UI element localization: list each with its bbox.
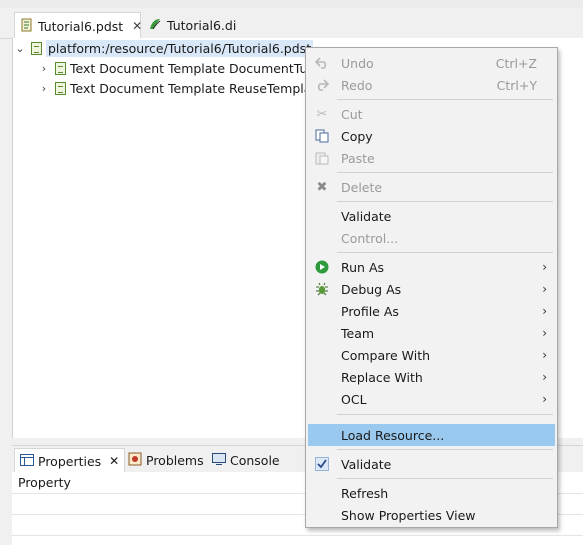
menu-label: Refresh	[341, 485, 389, 501]
menu-label: Compare With	[341, 347, 431, 363]
menu-item-delete[interactable]: ✖ Delete	[308, 176, 555, 198]
menu-label: Debug As	[341, 281, 402, 297]
submenu-arrow-icon: ›	[542, 260, 547, 274]
property-column-header: Property	[18, 475, 71, 490]
context-menu: Undo Ctrl+Z Redo Ctrl+Y ✂ Cut Copy Paste…	[305, 47, 558, 528]
tab-problems[interactable]: Problems	[123, 448, 209, 472]
menu-item-validate[interactable]: Validate	[308, 205, 555, 227]
menu-item-undo[interactable]: Undo Ctrl+Z	[308, 52, 555, 74]
menu-label: Delete	[341, 179, 383, 195]
menu-label: Validate	[341, 208, 392, 224]
editor-tabbar: Tutorial6.pdst ✕ Tutorial6.di	[0, 8, 583, 39]
submenu-arrow-icon: ›	[542, 370, 547, 384]
tree-item-label: Text Document Template DocumentTuto	[70, 60, 320, 76]
menu-item-debug-as[interactable]: Debug As ›	[308, 278, 555, 300]
tree-item[interactable]: › Text Document Template DocumentTuto	[37, 58, 320, 78]
close-tab-icon[interactable]: ✕	[132, 19, 142, 33]
tab-console[interactable]: Console	[207, 448, 285, 472]
menu-label: Replace With	[341, 369, 423, 385]
close-tab-icon[interactable]: ✕	[109, 454, 119, 468]
menu-separator	[337, 478, 553, 479]
toolbar-strip	[0, 0, 583, 8]
menu-item-validate-checked[interactable]: Validate	[308, 453, 555, 475]
menu-separator	[337, 172, 553, 173]
pdst-file-icon	[21, 18, 33, 35]
menu-item-team[interactable]: Team ›	[308, 322, 555, 344]
tree-item[interactable]: › Text Document Template ReuseTemplate	[37, 78, 324, 98]
di-file-icon	[148, 17, 162, 34]
tree-root[interactable]: ⌄ platform:/resource/Tutorial6/Tutorial6…	[13, 38, 314, 58]
menu-item-cut[interactable]: ✂ Cut	[308, 103, 555, 125]
properties-icon	[20, 453, 34, 469]
menu-item-copy[interactable]: Copy	[308, 125, 555, 147]
tab-tutorial6-pdst[interactable]: Tutorial6.pdst ✕	[14, 12, 142, 39]
menu-label: Show Properties View	[341, 507, 476, 523]
chevron-down-icon[interactable]: ⌄	[13, 42, 27, 55]
menu-item-replace-with[interactable]: Replace With ›	[308, 366, 555, 388]
resource-file-icon	[31, 41, 42, 55]
tab-label: Tutorial6.di	[167, 17, 237, 33]
shortcut-label: Ctrl+Y	[496, 77, 537, 93]
menu-label: Paste	[341, 150, 375, 166]
bug-icon	[314, 281, 330, 297]
tree-item-label: Text Document Template ReuseTemplate	[70, 80, 324, 96]
submenu-arrow-icon: ›	[542, 348, 547, 362]
chevron-right-icon[interactable]: ›	[37, 82, 51, 95]
menu-item-redo[interactable]: Redo Ctrl+Y	[308, 74, 555, 96]
menu-label: Team	[341, 325, 375, 341]
tab-label: Tutorial6.pdst	[38, 18, 124, 34]
tab-label: Console	[230, 452, 280, 468]
menu-item-run-as[interactable]: Run As ›	[308, 256, 555, 278]
menu-item-ocl[interactable]: OCL ›	[308, 388, 555, 410]
chevron-right-icon[interactable]: ›	[37, 62, 51, 75]
tab-properties[interactable]: Properties ✕	[14, 448, 126, 473]
paste-icon	[314, 150, 330, 166]
checkmark-icon	[314, 456, 330, 472]
menu-separator	[337, 449, 553, 450]
tab-label: Properties	[38, 453, 102, 469]
menu-item-profile-as[interactable]: Profile As ›	[308, 300, 555, 322]
menu-item-show-properties-view[interactable]: Show Properties View	[308, 504, 555, 526]
menu-label: Redo	[341, 77, 373, 93]
submenu-arrow-icon: ›	[542, 326, 547, 340]
scissors-icon: ✂	[316, 106, 328, 122]
copy-icon	[314, 128, 330, 144]
submenu-arrow-icon: ›	[542, 392, 547, 406]
menu-label: OCL	[341, 391, 367, 407]
menu-label: Profile As	[341, 303, 399, 319]
delete-icon: ✖	[316, 179, 328, 195]
menu-item-paste[interactable]: Paste	[308, 147, 555, 169]
undo-icon	[314, 55, 330, 71]
redo-icon	[314, 77, 330, 93]
console-icon	[212, 452, 226, 468]
submenu-arrow-icon: ›	[542, 282, 547, 296]
menu-label: Run As	[341, 259, 385, 275]
menu-separator	[337, 414, 553, 415]
template-icon	[55, 81, 66, 95]
menu-item-refresh[interactable]: Refresh	[308, 482, 555, 504]
run-icon	[314, 259, 330, 275]
menu-item-control[interactable]: Control...	[308, 227, 555, 249]
menu-label: Cut	[341, 106, 363, 122]
template-icon	[55, 61, 66, 75]
menu-item-load-resource[interactable]: Load Resource...	[308, 424, 555, 446]
menu-label: Load Resource...	[341, 427, 445, 443]
menu-label: Control...	[341, 230, 399, 246]
shortcut-label: Ctrl+Z	[495, 55, 537, 71]
menu-separator	[337, 201, 553, 202]
menu-separator	[337, 99, 553, 100]
tab-label: Problems	[146, 452, 204, 468]
menu-label: Undo	[341, 55, 374, 71]
menu-separator	[337, 252, 553, 253]
menu-label: Copy	[341, 128, 373, 144]
menu-item-compare-with[interactable]: Compare With ›	[308, 344, 555, 366]
tab-tutorial6-di[interactable]: Tutorial6.di	[142, 12, 242, 38]
tree-root-label: platform:/resource/Tutorial6/Tutorial6.p…	[46, 39, 314, 57]
problems-icon	[128, 452, 142, 469]
submenu-arrow-icon: ›	[542, 304, 547, 318]
menu-label: Validate	[341, 456, 392, 472]
divider	[12, 535, 583, 536]
